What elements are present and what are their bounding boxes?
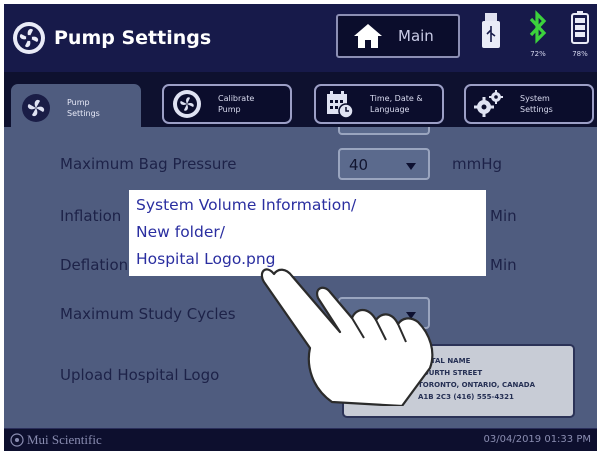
- battery-status: 78%: [565, 10, 595, 58]
- inflation-label: Inflation: [60, 207, 122, 225]
- tab-system-settings[interactable]: System Settings: [464, 84, 594, 124]
- tab-label: Time, Date & Language: [370, 94, 423, 114]
- calendar-clock-icon: [327, 91, 354, 119]
- study-cycles-label: Maximum Study Cycles: [60, 305, 236, 323]
- title-area: Pump Settings: [12, 21, 211, 55]
- usb-drive-icon: [482, 13, 500, 48]
- deflation-unit: Min: [490, 256, 517, 274]
- tab-calibrate-pump[interactable]: Calibrate Pump: [162, 84, 292, 124]
- bag-pressure-value: 40: [349, 156, 369, 174]
- bag-pressure-unit: mmHg: [452, 155, 503, 173]
- datetime-display: 03/04/2019 01:33 PM: [483, 434, 591, 445]
- bag-pressure-select[interactable]: 40: [338, 148, 430, 180]
- bluetooth-status: 72%: [523, 10, 553, 58]
- main-button[interactable]: Main: [336, 14, 460, 58]
- bluetooth-icon: [529, 10, 547, 44]
- main-button-label: Main: [398, 27, 434, 45]
- tab-bar: Pump Settings Calibrate Pump Time, Date …: [4, 72, 597, 132]
- file-option-system-volume[interactable]: System Volume Information/: [136, 196, 356, 214]
- header-bar: Pump Settings Main 72% 78%: [4, 4, 597, 72]
- gears-icon: [474, 90, 503, 117]
- device-screen: Pump Settings Main 72% 78% Pump Settings…: [4, 4, 597, 451]
- home-icon: [354, 24, 382, 48]
- tab-label: System Settings: [520, 94, 553, 114]
- battery-percent: 78%: [572, 50, 588, 58]
- brand-logo-icon: [10, 433, 24, 447]
- chevron-down-icon: [406, 163, 416, 170]
- deflation-label: Deflation: [60, 256, 129, 274]
- fan-gear-icon: [173, 90, 201, 118]
- tab-label: Pump Settings: [67, 98, 100, 118]
- page-title: Pump Settings: [54, 27, 212, 49]
- footer-bar: Mui Scientific 03/04/2019 01:33 PM: [4, 428, 597, 451]
- hospital-logo-label: Upload Hospital Logo: [60, 366, 220, 384]
- brand-mark: Mui Scientific: [10, 432, 102, 448]
- tab-label: Calibrate Pump: [218, 94, 255, 114]
- tab-time-date-language[interactable]: Time, Date & Language: [314, 84, 444, 124]
- fan-gear-icon: [13, 22, 45, 54]
- file-option-new-folder[interactable]: New folder/: [136, 223, 225, 241]
- battery-icon: [571, 11, 589, 44]
- scrolled-select-edge: [338, 127, 430, 135]
- pointing-hand-icon: [260, 268, 434, 406]
- fan-gear-icon: [22, 94, 50, 122]
- bluetooth-percent: 72%: [530, 50, 546, 58]
- inflation-unit: Min: [490, 207, 517, 225]
- brand-name: Mui Scientific: [27, 432, 102, 447]
- tab-pump-settings[interactable]: Pump Settings: [11, 84, 141, 132]
- bag-pressure-label: Maximum Bag Pressure: [60, 155, 237, 173]
